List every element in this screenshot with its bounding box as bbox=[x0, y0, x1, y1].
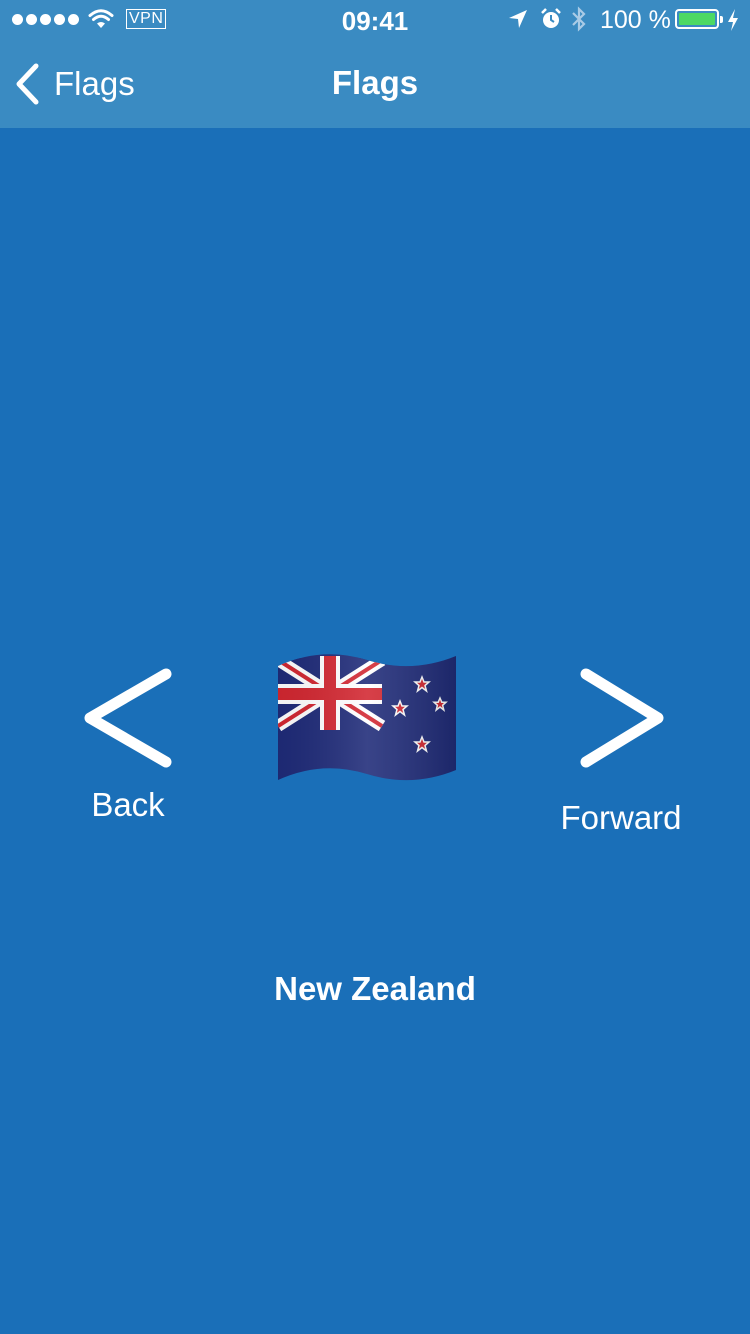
forward-arrow-button[interactable] bbox=[572, 666, 672, 776]
new-zealand-flag-icon bbox=[278, 654, 456, 781]
forward-label[interactable]: Forward bbox=[550, 799, 692, 837]
alarm-clock-icon bbox=[541, 8, 561, 28]
battery-percentage: 100 % bbox=[600, 6, 671, 34]
charging-bolt-icon bbox=[728, 9, 738, 31]
top-bar: VPN 09:41 100 % Flags Flags bbox=[0, 0, 750, 128]
chevron-right-icon bbox=[580, 668, 664, 768]
battery-fill bbox=[679, 13, 715, 25]
status-bar: VPN 09:41 100 % bbox=[0, 0, 750, 40]
battery-icon bbox=[675, 9, 723, 29]
chevron-left-icon bbox=[84, 668, 172, 768]
back-arrow-button[interactable] bbox=[80, 666, 180, 776]
country-name: New Zealand bbox=[274, 970, 476, 1007]
bluetooth-icon bbox=[572, 6, 586, 32]
back-label[interactable]: Back bbox=[68, 786, 188, 824]
page-title: Flags bbox=[331, 64, 419, 101]
location-arrow-icon bbox=[509, 10, 527, 28]
